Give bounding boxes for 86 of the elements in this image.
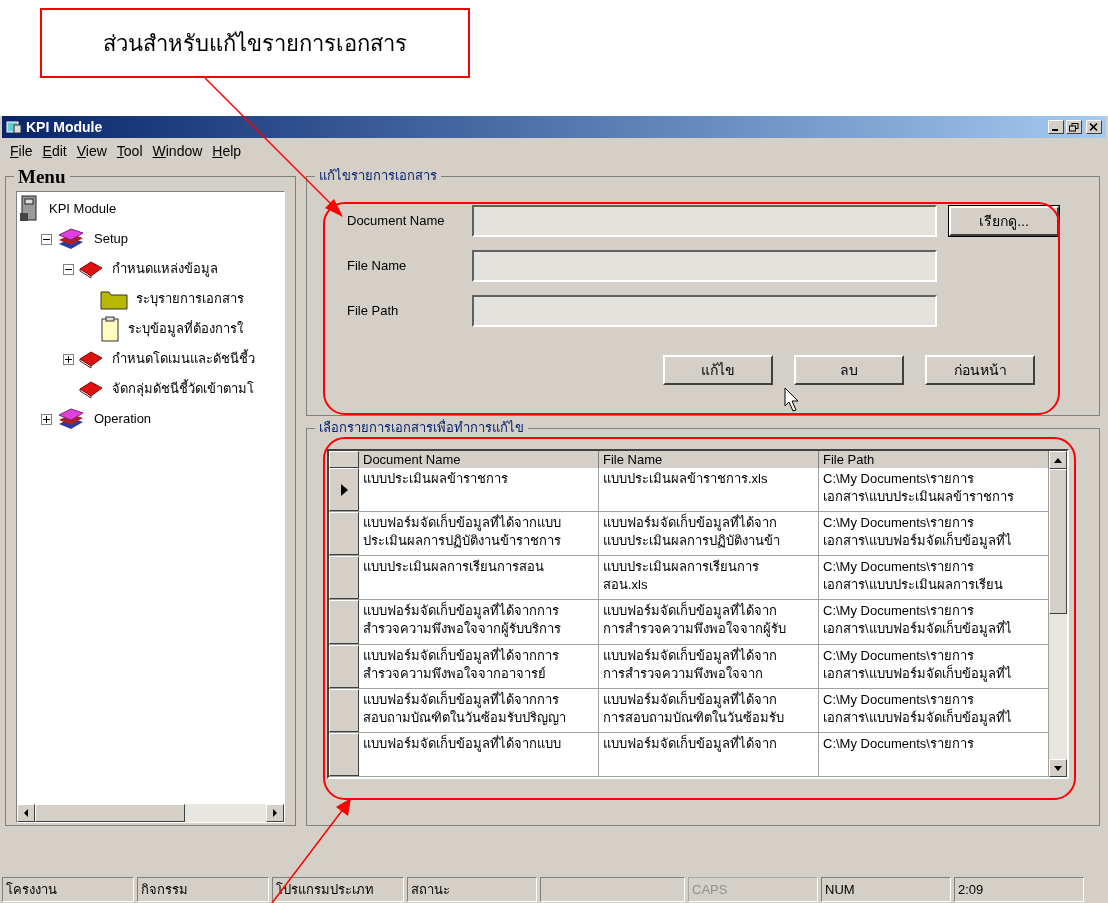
- table-cell: แบบฟอร์มจัดเก็บข้อมูลที่ได้จาก การสอบถามบัณฑิตในวันซ้อมรับ: [599, 688, 819, 732]
- book-icon: [78, 379, 104, 399]
- table-cell: C:\My Documents\รายการ เอกสาร\แบบประเมินผลข้าราชการ: [819, 468, 1049, 512]
- current-row-icon: [340, 483, 348, 496]
- table-cell: แบบประเมินผลข้าราชการ.xls: [599, 468, 819, 512]
- row-header[interactable]: [329, 644, 359, 688]
- table-cell: แบบฟอร์มจัดเก็บข้อมูลที่ได้จากแบบ ประเมินผลการปฏิบัติงานข้าราชการ: [359, 512, 599, 556]
- restore-icon[interactable]: [1066, 120, 1082, 134]
- text-field[interactable]: [472, 250, 937, 282]
- folder-icon: [100, 288, 128, 310]
- status-panel: CAPS: [688, 877, 818, 902]
- table-cell: แบบประเมินผลข้าราชการ: [359, 468, 599, 512]
- row-header[interactable]: [329, 512, 359, 556]
- app-icon: [6, 120, 22, 134]
- window-title: KPI Module: [26, 117, 103, 137]
- status-panel: โครงงาน: [2, 877, 134, 902]
- pointer-cursor-icon: [784, 387, 799, 412]
- collapse-icon[interactable]: [41, 233, 52, 245]
- row-header[interactable]: [329, 600, 359, 644]
- scroll-thumb[interactable]: [1049, 469, 1067, 614]
- callout-box: ส่วนสำหรับแก้ไขรายการเอกสาร: [40, 8, 470, 78]
- table-cell: C:\My Documents\รายการ: [819, 732, 1049, 776]
- table-cell: C:\My Documents\รายการ เอกสาร\แบบฟอร์มจัดเก็บข้อมูลที่ไ: [819, 512, 1049, 556]
- menu-item[interactable]: Edit: [40, 140, 69, 162]
- tree-item[interactable]: ระบุข้อมูลที่ต้องการใ: [128, 319, 243, 339]
- tree-item[interactable]: Setup: [94, 229, 128, 249]
- scroll-left-icon[interactable]: [17, 804, 35, 822]
- table-cell: แบบฟอร์มจัดเก็บข้อมูลที่ได้จาก การสำรวจความพึงพอใจจากผู้รับ: [599, 600, 819, 644]
- text-field[interactable]: [472, 205, 937, 237]
- table-cell: แบบฟอร์มจัดเก็บข้อมูลที่ได้จากการ สำรวจความพึงพอใจจากอาจารย์: [359, 644, 599, 688]
- action-button[interactable]: ลบ: [794, 355, 904, 385]
- tree-item[interactable]: Operation: [94, 409, 152, 429]
- group-title: Menu: [14, 168, 70, 186]
- book-icon: [78, 259, 104, 279]
- table-cell: แบบฟอร์มจัดเก็บข้อมูลที่ได้จากแบบ: [359, 732, 599, 776]
- menu-item[interactable]: View: [74, 140, 109, 162]
- scroll-down-icon[interactable]: [1049, 759, 1067, 777]
- scroll-right-icon[interactable]: [266, 804, 284, 822]
- row-header[interactable]: [329, 556, 359, 600]
- table-cell: แบบฟอร์มจัดเก็บข้อมูลที่ได้จาก การสำรวจความพึงพอใจจาก: [599, 644, 819, 688]
- field-label: File Name: [347, 257, 408, 276]
- scroll-up-icon[interactable]: [1049, 451, 1067, 469]
- tree-item[interactable]: KPI Module: [49, 199, 117, 219]
- tree-item[interactable]: กำหนดโดเมนและดัชนีชี้ว: [112, 349, 255, 369]
- status-panel: กิจกรรม: [137, 877, 269, 902]
- horizontal-scrollbar[interactable]: [17, 804, 284, 822]
- clipboard-icon: [100, 316, 120, 342]
- menu-item[interactable]: Window: [150, 140, 205, 162]
- row-header[interactable]: [329, 732, 359, 776]
- expand-icon[interactable]: [63, 353, 74, 365]
- collapse-icon[interactable]: [63, 263, 74, 275]
- status-panel: NUM: [821, 877, 951, 902]
- field-label: File Path: [347, 302, 400, 321]
- expand-icon[interactable]: [41, 413, 52, 425]
- table-cell: แบบฟอร์มจัดเก็บข้อมูลที่ได้จากการ สอบถามบัณฑิตในวันซ้อมรับปริญญา: [359, 688, 599, 732]
- field-label: Document Name: [347, 212, 446, 231]
- menu-item[interactable]: File: [8, 140, 35, 162]
- minimize-icon[interactable]: [1048, 120, 1064, 134]
- table-cell: แบบฟอร์มจัดเก็บข้อมูลที่ได้จาก: [599, 732, 819, 776]
- action-button[interactable]: แก้ไข: [663, 355, 773, 385]
- table-cell: แบบฟอร์มจัดเก็บข้อมูลที่ได้จากการ สำรวจความพึงพอใจจากผู้รับบริการ: [359, 600, 599, 644]
- books-icon: [56, 227, 86, 251]
- close-icon[interactable]: [1086, 120, 1102, 134]
- table-cell: แบบประเมินผลการเรียนการ สอน.xls: [599, 556, 819, 600]
- browse-button[interactable]: เรียกดู...: [949, 206, 1059, 236]
- table-cell: C:\My Documents\รายการ เอกสาร\แบบฟอร์มจัดเก็บข้อมูลที่ไ: [819, 644, 1049, 688]
- scroll-thumb[interactable]: [35, 804, 185, 822]
- book-icon: [78, 349, 104, 369]
- row-header[interactable]: [329, 688, 359, 732]
- menu-item[interactable]: Help: [210, 140, 244, 162]
- table-cell: C:\My Documents\รายการ เอกสาร\แบบฟอร์มจัดเก็บข้อมูลที่ไ: [819, 688, 1049, 732]
- text-field[interactable]: [472, 295, 937, 327]
- table-cell: แบบฟอร์มจัดเก็บข้อมูลที่ได้จาก แบบประเมินผลการปฏิบัติงานข้า: [599, 512, 819, 556]
- table-cell: C:\My Documents\รายการ เอกสาร\แบบประเมินผลการเรียน: [819, 556, 1049, 600]
- table-cell: C:\My Documents\รายการ เอกสาร\แบบฟอร์มจัดเก็บข้อมูลที่ไ: [819, 600, 1049, 644]
- table-cell: แบบประเมินผลการเรียนการสอน: [359, 556, 599, 600]
- tree-item[interactable]: กำหนดแหล่งข้อมูล: [112, 259, 218, 279]
- tree-item[interactable]: จัดกลุ่มดัชนีชี้วัดเข้าตามโ: [112, 379, 254, 399]
- status-panel: สถานะ: [407, 877, 537, 902]
- row-header[interactable]: [329, 468, 359, 512]
- menu-item[interactable]: Tool: [114, 140, 145, 162]
- action-button[interactable]: ก่อนหน้า: [925, 355, 1035, 385]
- vertical-scrollbar[interactable]: [1049, 451, 1067, 777]
- status-panel: 2:09: [954, 877, 1084, 902]
- tree-item[interactable]: ระบุรายการเอกสาร: [136, 289, 244, 309]
- books-icon: [56, 407, 86, 431]
